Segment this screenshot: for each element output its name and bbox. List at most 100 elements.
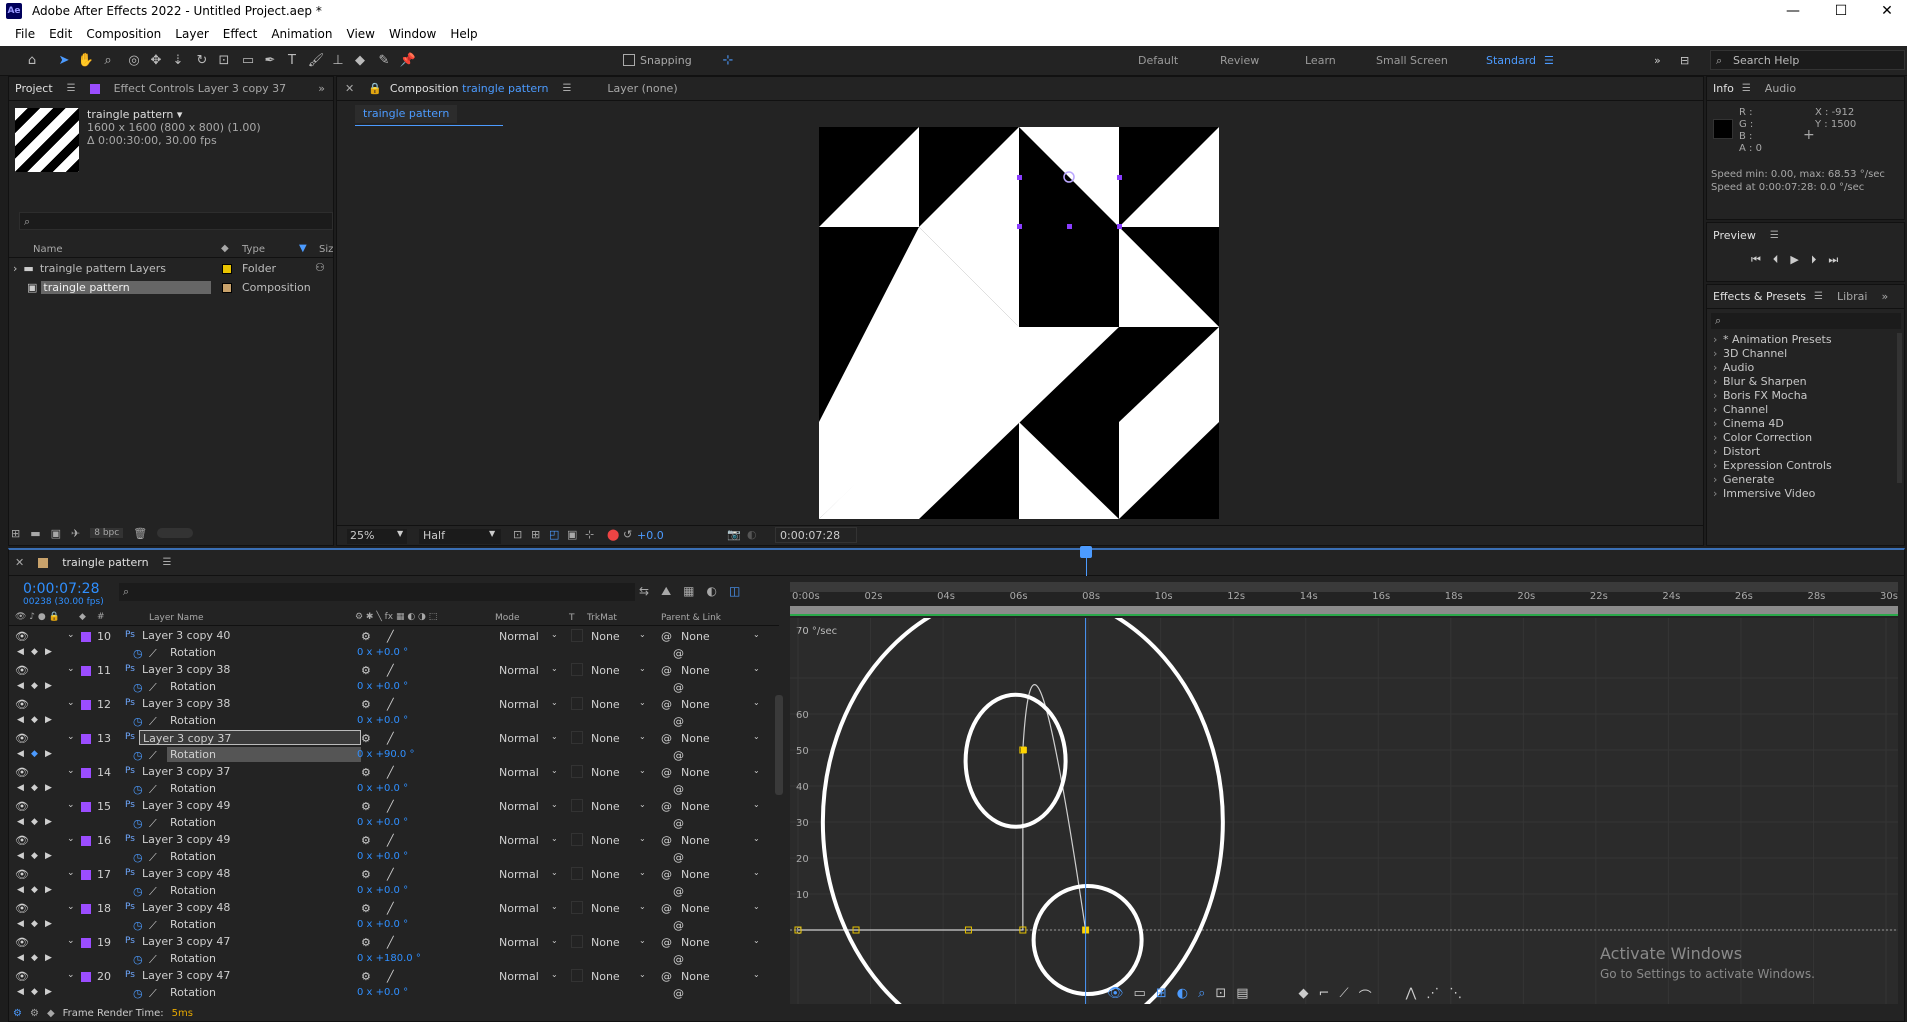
panel-menu-icon[interactable]: ☰ [562, 83, 571, 94]
pickwhip-icon[interactable]: @ [661, 834, 672, 847]
expression-pickwhip-icon[interactable]: @ [673, 885, 684, 898]
effect-category[interactable]: Color Correction [1709, 431, 1895, 445]
work-area[interactable] [790, 606, 1898, 614]
eye-icon[interactable]: 👁 [15, 732, 29, 745]
preserve-transparency-toggle[interactable] [571, 969, 583, 982]
trkmat-select[interactable]: None [591, 970, 620, 983]
orbit-tool-icon[interactable]: ◎ [124, 51, 144, 71]
rotation-value[interactable]: 0 x +0.0 ° [357, 817, 408, 828]
effect-category[interactable]: Channel [1709, 403, 1895, 417]
expression-pickwhip-icon[interactable]: @ [673, 987, 684, 1000]
layer-name[interactable]: Layer 3 copy 37 [139, 764, 361, 779]
expression-pickwhip-icon[interactable]: @ [673, 953, 684, 966]
property-row[interactable]: ◀ ◆ ▶ ◷ ⟋ Rotation 0 x +0.0 ° @ [9, 849, 769, 866]
graph-toggle-icon[interactable]: ⟋ [149, 919, 157, 933]
property-row[interactable]: ◀ ◆ ▶ ◷ ⟋ Rotation 0 x +0.0 ° @ [9, 917, 769, 934]
blend-mode-select[interactable]: Normal [499, 732, 539, 745]
col-mode[interactable]: Mode [495, 613, 520, 623]
expression-pickwhip-icon[interactable]: @ [673, 919, 684, 932]
zoom-select[interactable]: 25% ▼ [347, 529, 407, 544]
new-comp-icon[interactable]: ▣ [51, 527, 61, 540]
property-row[interactable]: ◀ ◆ ▶ ◷ ⟋ Rotation 0 x +0.0 ° @ [9, 713, 769, 730]
label-color-swatch[interactable] [81, 734, 91, 744]
preserve-transparency-toggle[interactable] [571, 765, 583, 778]
panel-overflow-icon[interactable]: » [318, 82, 325, 95]
label-color-swatch[interactable] [81, 904, 91, 914]
layer-name[interactable]: Layer 3 copy 37 [139, 730, 361, 745]
ruler-tick[interactable]: 20s [1517, 591, 1535, 602]
add-keyframe-icon[interactable]: ◆ [31, 681, 38, 691]
layer-name[interactable]: Layer 3 copy 40 [139, 628, 361, 643]
rotation-value[interactable]: 0 x +0.0 ° [357, 987, 408, 998]
effect-category[interactable]: Distort [1709, 445, 1895, 459]
next-keyframe-icon[interactable]: ▶ [45, 987, 52, 997]
effect-category[interactable]: Audio [1709, 361, 1895, 375]
parent-select[interactable]: None [681, 664, 710, 677]
selection-tool-icon[interactable]: ➤ [54, 51, 74, 71]
parent-select[interactable]: None [681, 800, 710, 813]
next-keyframe-icon[interactable]: ▶ [45, 681, 52, 691]
shy-switch-icon[interactable]: ⚙ [361, 698, 371, 711]
eye-icon[interactable]: 👁 [15, 970, 29, 983]
effects-scrollbar[interactable] [1897, 333, 1902, 483]
expand-arrow-icon[interactable]: ⌄ [67, 664, 75, 674]
tab-composition-label[interactable]: Composition [390, 82, 459, 95]
next-frame-icon[interactable]: ⏵ [1811, 253, 1817, 267]
blend-mode-select[interactable]: Normal [499, 664, 539, 677]
close-tab-icon[interactable]: ✕ [345, 82, 354, 95]
expand-arrow-icon[interactable]: ⌄ [67, 936, 75, 946]
effect-category[interactable]: Blur & Sharpen [1709, 375, 1895, 389]
edit-keyframe-icon[interactable]: ◆ [1299, 986, 1309, 1005]
preserve-transparency-toggle[interactable] [571, 833, 583, 846]
col-t[interactable]: T [569, 613, 575, 623]
pickwhip-icon[interactable]: @ [661, 732, 672, 745]
next-keyframe-icon[interactable]: ▶ [45, 885, 52, 895]
pickwhip-icon[interactable]: @ [661, 800, 672, 813]
blend-mode-select[interactable]: Normal [499, 766, 539, 779]
ruler-tick[interactable]: 28s [1807, 591, 1825, 602]
shy-switch-icon[interactable]: ⚙ [361, 800, 371, 813]
col-trkmat[interactable]: TrkMat [587, 613, 617, 623]
eye-icon[interactable]: 👁 [15, 664, 29, 677]
workspace-switch-icon[interactable]: ⊟ [1680, 54, 1689, 67]
tab-preview[interactable]: Preview [1713, 229, 1756, 242]
ruler-tick[interactable]: 14s [1300, 591, 1318, 602]
rotation-value[interactable]: 0 x +0.0 ° [357, 647, 408, 658]
panel-menu-icon[interactable]: ☰ [1770, 230, 1779, 241]
layer-name[interactable]: Layer 3 copy 48 [139, 900, 361, 915]
col-name[interactable]: Name [33, 244, 63, 255]
eye-icon[interactable]: 👁 [15, 868, 29, 881]
stopwatch-icon[interactable]: ◷ [133, 681, 143, 694]
next-keyframe-icon[interactable]: ▶ [45, 749, 52, 759]
rotation-value[interactable]: 0 x +0.0 ° [357, 715, 408, 726]
stopwatch-icon[interactable]: ◷ [133, 817, 143, 830]
snapshot-icon[interactable]: 📷 [727, 528, 741, 541]
exposure-value[interactable]: +0.0 [637, 529, 664, 542]
parent-select[interactable]: None [681, 698, 710, 711]
graph-toggle-icon[interactable]: ⟋ [149, 817, 157, 831]
property-name[interactable]: Rotation [167, 747, 361, 762]
menu-window[interactable]: Window [382, 27, 443, 41]
tab-comp-name[interactable]: traingle pattern [462, 82, 548, 95]
stopwatch-icon[interactable]: ◷ [133, 749, 143, 762]
keyframe-selected[interactable] [1020, 747, 1027, 753]
eye-icon[interactable]: 👁 [15, 834, 29, 847]
expand-arrow-icon[interactable]: ⌄ [67, 868, 75, 878]
layer-name[interactable]: Layer 3 copy 38 [139, 696, 361, 711]
preserve-transparency-toggle[interactable] [571, 901, 583, 914]
label-tag-icon[interactable]: ◆ [221, 243, 229, 254]
layer-row[interactable]: 👁 ⌄ 20 Ps Layer 3 copy 47 ⚙ ╱ Normal ⌄ None ⌄ @ None… [9, 968, 769, 985]
quality-switch-icon[interactable]: ╱ [387, 902, 394, 915]
effect-category[interactable]: * Animation Presets [1709, 333, 1895, 347]
trkmat-select[interactable]: None [591, 936, 620, 949]
maximize-button[interactable]: ☐ [1818, 0, 1864, 22]
layer-row[interactable]: 👁 ⌄ 19 Ps Layer 3 copy 47 ⚙ ╱ Normal ⌄ None ⌄ @ None… [9, 934, 769, 951]
mask-visibility-icon[interactable]: ◰ [549, 528, 559, 541]
auto-bezier-icon[interactable]: ⌒ [1359, 986, 1372, 1005]
stopwatch-icon[interactable]: ◷ [133, 919, 143, 932]
stopwatch-icon[interactable]: ◷ [133, 851, 143, 864]
property-name[interactable]: Rotation [167, 985, 219, 1000]
rotation-value[interactable]: 0 x +180.0 ° [357, 953, 421, 964]
eye-icon[interactable]: 👁 [15, 630, 29, 643]
lock-icon[interactable]: 🔒 [368, 82, 382, 95]
